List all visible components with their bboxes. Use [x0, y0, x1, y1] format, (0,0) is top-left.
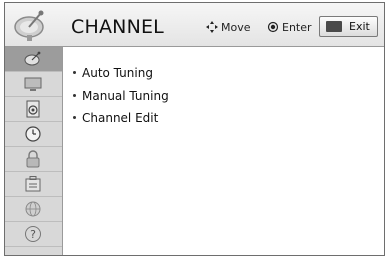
menu-item-manual-tuning[interactable]: Manual Tuning	[73, 89, 169, 103]
speaker-icon	[26, 100, 40, 118]
sidebar-item-support[interactable]: ?	[5, 222, 62, 247]
exit-button[interactable]: Exit	[319, 16, 378, 37]
sidebar-item-audio[interactable]	[5, 97, 62, 122]
channel-menu-content: Auto Tuning Manual Tuning Channel Edit	[63, 47, 384, 255]
enter-button-icon	[267, 21, 279, 33]
sidebar-item-channel[interactable]	[5, 47, 62, 72]
help-icon: ?	[25, 226, 41, 242]
menu-header: CHANNEL Move Enter Exit	[5, 3, 384, 47]
sidebar-item-time[interactable]	[5, 122, 62, 147]
sidebar-item-lock[interactable]	[5, 147, 62, 172]
menu-item-auto-tuning[interactable]: Auto Tuning	[73, 66, 153, 80]
satellite-dish-icon	[24, 51, 41, 66]
options-icon	[25, 176, 41, 192]
menu-item-label: Channel Edit	[82, 111, 159, 125]
page-title: CHANNEL	[71, 16, 164, 38]
menu-item-label: Auto Tuning	[82, 66, 153, 80]
enter-hint: Enter	[267, 21, 312, 34]
exit-button-label: Exit	[349, 20, 370, 33]
exit-key-icon	[326, 21, 342, 32]
category-sidebar: ?	[5, 47, 63, 255]
sidebar-item-option[interactable]	[5, 172, 62, 197]
menu-item-channel-edit[interactable]: Channel Edit	[73, 111, 158, 125]
move-arrows-icon	[206, 21, 218, 33]
enter-hint-label: Enter	[282, 21, 312, 34]
network-icon	[25, 201, 41, 217]
satellite-dish-icon	[14, 10, 44, 41]
sidebar-item-picture[interactable]	[5, 72, 62, 97]
move-hint-label: Move	[221, 21, 251, 34]
bullet-icon	[73, 71, 76, 74]
monitor-icon	[24, 77, 42, 91]
bullet-icon	[73, 116, 76, 119]
menu-item-label: Manual Tuning	[82, 89, 169, 103]
sidebar-item-network[interactable]	[5, 197, 62, 222]
move-hint: Move	[206, 21, 251, 34]
lock-icon	[26, 150, 40, 168]
channel-menu-window: CHANNEL Move Enter Exit ? Auto Tuning Ma…	[4, 2, 385, 256]
bullet-icon	[73, 94, 76, 97]
clock-icon	[25, 126, 41, 142]
svg-text:?: ?	[30, 228, 36, 241]
